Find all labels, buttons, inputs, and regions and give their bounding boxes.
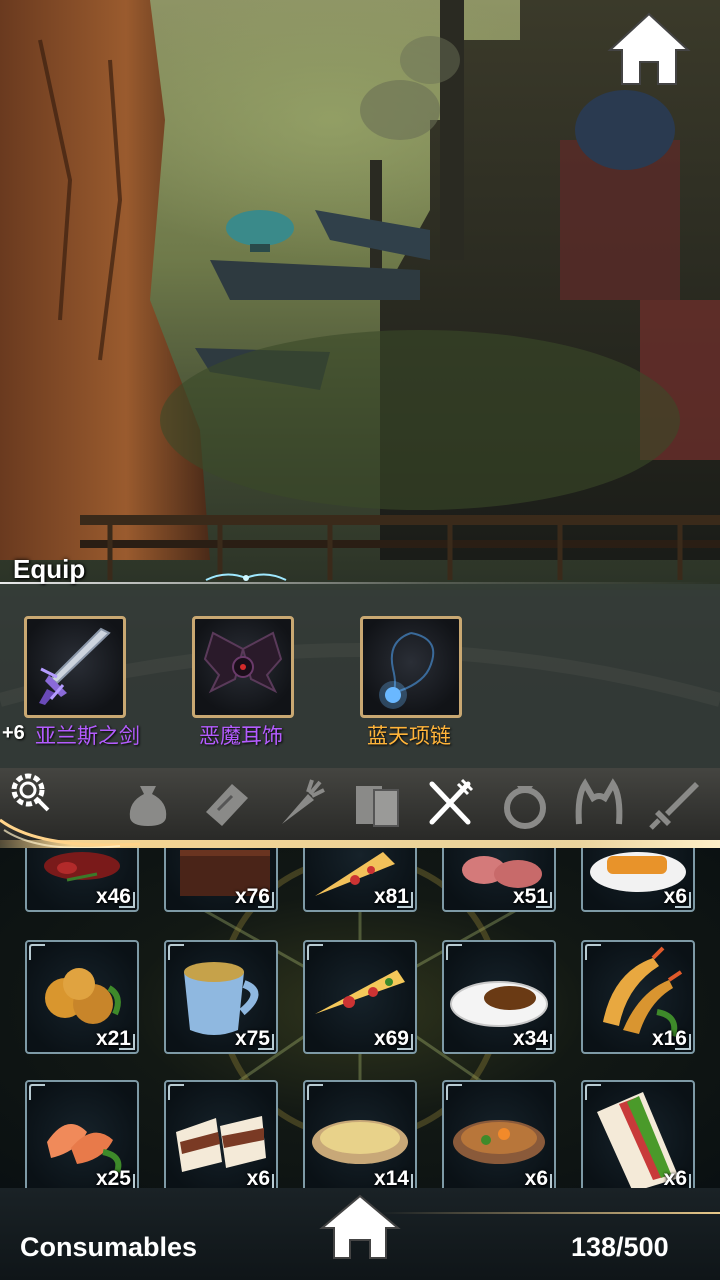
equip-title: Equip bbox=[13, 554, 86, 584]
tab-bar-swirl-ornament bbox=[0, 818, 140, 849]
tab-food[interactable] bbox=[422, 776, 478, 832]
necklace-name: 蓝天项链 bbox=[367, 725, 451, 748]
equip-slot-necklace[interactable] bbox=[360, 616, 462, 718]
bottom-home-button[interactable] bbox=[318, 1192, 402, 1262]
category-label: Consumables bbox=[20, 1232, 198, 1262]
item-quantity: x81 bbox=[373, 885, 409, 908]
inventory-item[interactable]: x51 bbox=[442, 848, 556, 912]
item-quantity: x51 bbox=[512, 885, 548, 908]
scroll-icon bbox=[206, 784, 248, 826]
cat-ears-icon bbox=[575, 778, 623, 825]
inventory-item[interactable]: x75 bbox=[164, 940, 278, 1054]
fried-shrimp-icon bbox=[603, 946, 683, 1037]
item-quantity: x46 bbox=[95, 885, 131, 908]
item-quantity: x34 bbox=[512, 1027, 548, 1050]
ring-icon bbox=[504, 786, 546, 829]
inventory-item[interactable]: x16 bbox=[581, 940, 695, 1054]
item-quantity: x6 bbox=[663, 1167, 687, 1188]
inventory-item[interactable]: x6 bbox=[164, 1080, 278, 1188]
home-icon bbox=[607, 12, 691, 85]
bag-icon bbox=[129, 786, 167, 826]
chocolate-cake-icon bbox=[180, 850, 270, 896]
tab-ring[interactable] bbox=[497, 776, 553, 832]
weapon-enhance-level: +6 bbox=[2, 722, 25, 744]
inventory-item[interactable]: x76 bbox=[164, 848, 278, 912]
sword-icon bbox=[649, 782, 699, 830]
item-quantity: x25 bbox=[95, 1167, 131, 1188]
meat-icon bbox=[44, 852, 120, 882]
inventory-item[interactable]: x6 bbox=[581, 848, 695, 912]
inventory-item[interactable]: x81 bbox=[303, 848, 417, 912]
fork-knife-icon bbox=[429, 778, 474, 825]
weapon-name: 亚兰斯之剑 bbox=[35, 725, 140, 748]
curry-rice-icon bbox=[450, 981, 548, 1027]
item-quantity: x16 bbox=[651, 1027, 687, 1050]
book-icon bbox=[356, 786, 399, 827]
settings-button[interactable] bbox=[6, 768, 52, 814]
item-quantity: x6 bbox=[524, 1167, 548, 1188]
inventory-item[interactable]: x69 bbox=[303, 940, 417, 1054]
equip-divider bbox=[0, 582, 720, 584]
pizza-slice-icon bbox=[315, 970, 405, 1014]
inventory-item[interactable]: x6 bbox=[581, 1080, 695, 1188]
ham-icon bbox=[462, 856, 542, 888]
inventory-item[interactable]: x25 bbox=[25, 1080, 139, 1188]
inventory-item[interactable]: x21 bbox=[25, 940, 139, 1054]
inventory-item[interactable]: x46 bbox=[25, 848, 139, 912]
item-quantity: x21 bbox=[95, 1027, 131, 1050]
tab-carrot[interactable] bbox=[272, 776, 328, 832]
ornament-icon bbox=[205, 573, 287, 581]
earring-name: 恶魔耳饰 bbox=[199, 725, 283, 748]
item-quantity: x76 bbox=[234, 885, 270, 908]
pizza-slice-icon bbox=[315, 852, 395, 896]
demon-wing-earring-icon bbox=[203, 631, 283, 694]
tab-headgear[interactable] bbox=[571, 776, 627, 832]
blue-necklace-icon bbox=[379, 632, 435, 709]
fried-chicken-icon bbox=[45, 968, 121, 1024]
equip-slot-earring[interactable] bbox=[192, 616, 294, 718]
inventory-item[interactable]: x14 bbox=[303, 1080, 417, 1188]
carrot-icon bbox=[282, 779, 325, 824]
katsu-curry-icon bbox=[590, 852, 686, 892]
gear-icon bbox=[11, 773, 50, 812]
item-quantity: x75 bbox=[234, 1027, 270, 1050]
item-quantity: x6 bbox=[663, 885, 687, 908]
inventory-item[interactable]: x6 bbox=[442, 1080, 556, 1188]
inventory-capacity: 138/500 bbox=[571, 1232, 669, 1262]
item-quantity: x14 bbox=[373, 1167, 409, 1188]
tab-weapon[interactable] bbox=[647, 776, 703, 832]
inventory-item[interactable]: x34 bbox=[442, 940, 556, 1054]
tab-scroll[interactable] bbox=[198, 776, 254, 832]
home-icon bbox=[319, 1194, 401, 1259]
footer-divider bbox=[380, 1212, 720, 1214]
equip-slot-weapon[interactable] bbox=[24, 616, 126, 718]
corn-soup-cup-icon bbox=[184, 962, 259, 1035]
item-quantity: x69 bbox=[373, 1027, 409, 1050]
home-button[interactable] bbox=[606, 10, 692, 88]
tab-bag[interactable] bbox=[120, 776, 176, 832]
item-quantity: x6 bbox=[246, 1167, 270, 1188]
inventory-grid: x46 x76 x81 x51 x6 x21 x75 x69 x34 x16 x… bbox=[0, 848, 720, 1188]
tab-book[interactable] bbox=[348, 776, 404, 832]
sword-icon bbox=[39, 627, 111, 705]
